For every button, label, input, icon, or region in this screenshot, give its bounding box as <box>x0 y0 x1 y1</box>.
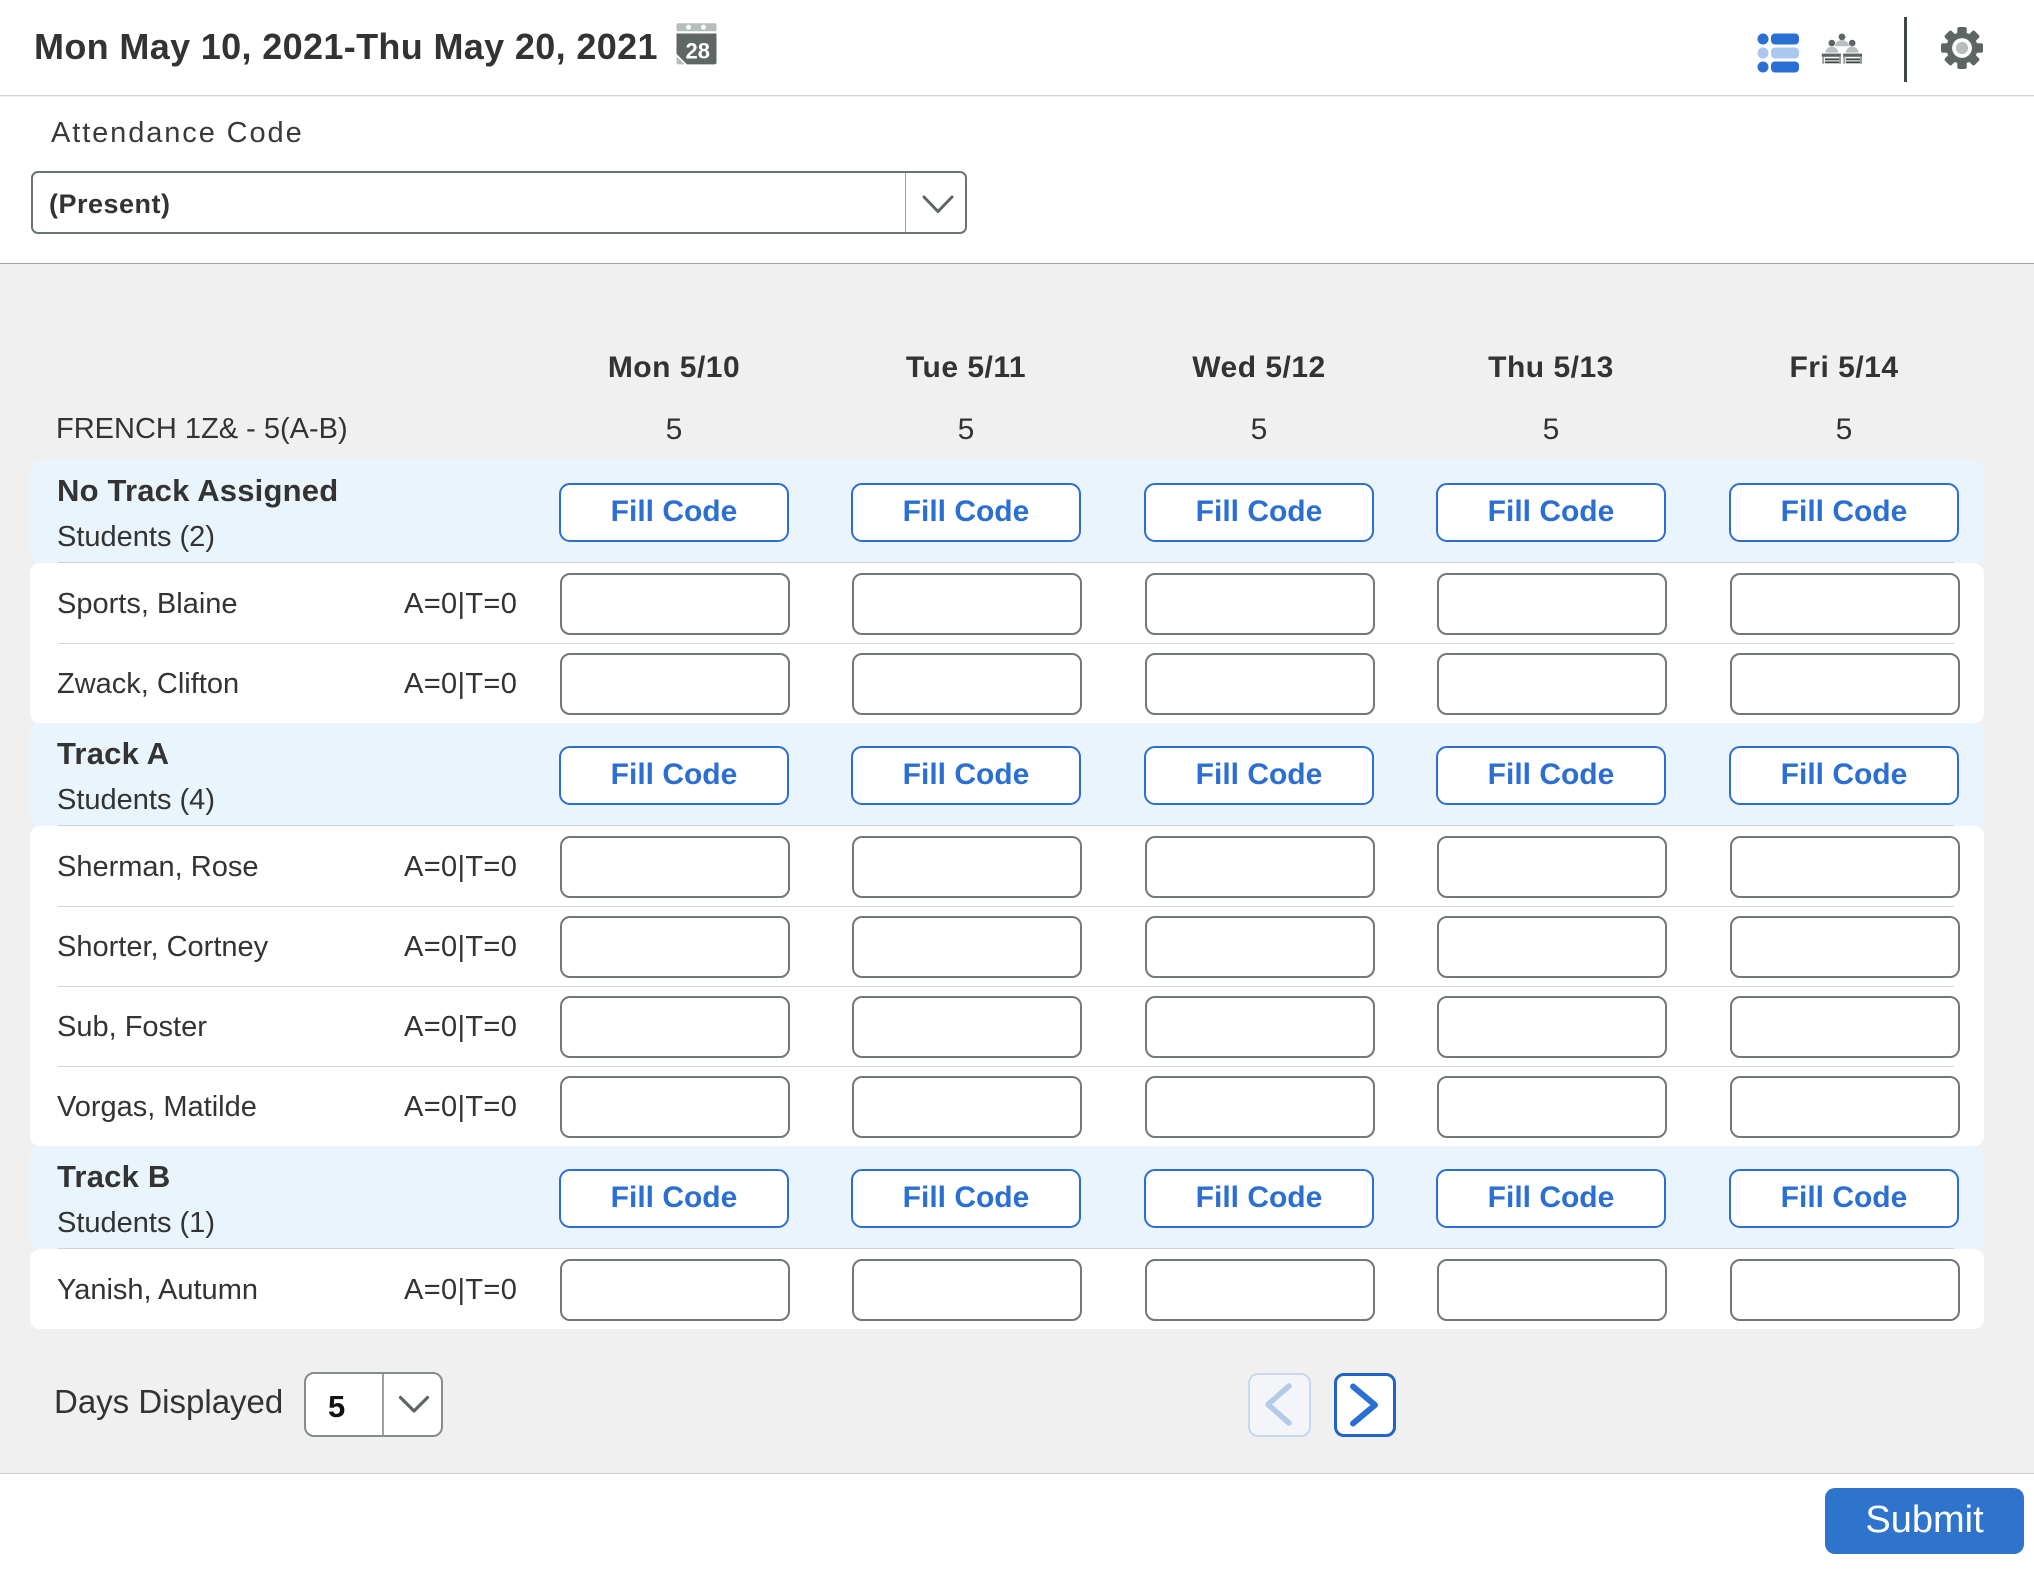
svg-text:28: 28 <box>686 39 710 64</box>
